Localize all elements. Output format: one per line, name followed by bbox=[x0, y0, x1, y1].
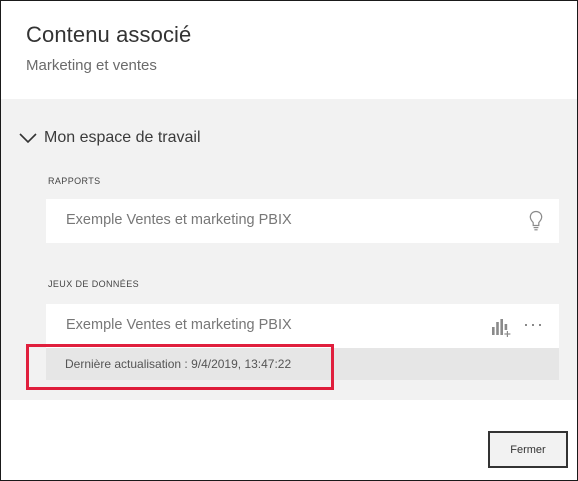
dataset-item[interactable]: Exemple Ventes et marketing PBIX ··· bbox=[46, 304, 559, 348]
highlight-box bbox=[26, 344, 334, 390]
workspace-label: Mon espace de travail bbox=[44, 129, 201, 146]
create-report-icon[interactable] bbox=[491, 318, 511, 338]
reports-section-label: RAPPORTS bbox=[48, 176, 101, 186]
close-button[interactable]: Fermer bbox=[488, 431, 568, 468]
dialog-subtitle: Marketing et ventes bbox=[26, 57, 157, 74]
more-options-icon[interactable]: ··· bbox=[523, 314, 544, 335]
dataset-item-name[interactable]: Exemple Ventes et marketing PBIX bbox=[66, 317, 292, 333]
workspace-toggle[interactable]: Mon espace de travail bbox=[19, 129, 201, 147]
dialog-title: Contenu associé bbox=[26, 22, 192, 47]
related-content-dialog: Contenu associé Marketing et ventes Mon … bbox=[0, 0, 578, 481]
report-item-name[interactable]: Exemple Ventes et marketing PBIX bbox=[66, 212, 292, 228]
chevron-down-icon bbox=[19, 133, 37, 144]
report-item[interactable]: Exemple Ventes et marketing PBIX bbox=[46, 199, 559, 243]
lightbulb-icon[interactable] bbox=[529, 210, 543, 232]
datasets-section-label: JEUX DE DONNÉES bbox=[48, 279, 140, 289]
dialog-header: Contenu associé Marketing et ventes bbox=[26, 22, 191, 74]
